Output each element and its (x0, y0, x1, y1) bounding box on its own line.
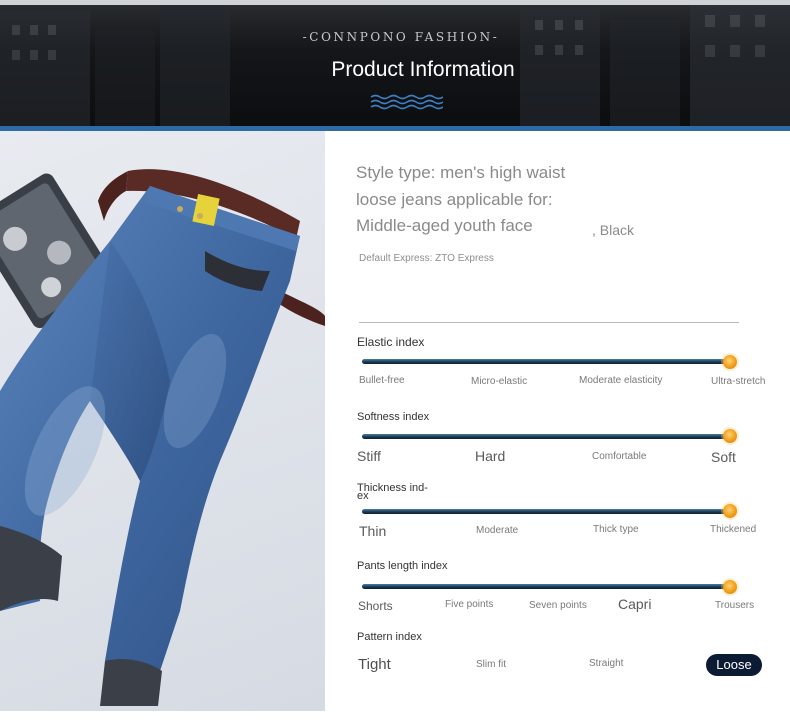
jeans-illustration (0, 169, 325, 706)
softness-option: Comfortable (592, 451, 647, 462)
pants-length-option: Seven points (529, 600, 587, 611)
pattern-selected-badge: Loose (706, 654, 762, 676)
softness-index-track (362, 434, 736, 439)
pants-length-index-knob (723, 580, 737, 594)
pants-length-option: Capri (618, 596, 652, 612)
elastic-index-knob (723, 355, 737, 369)
header-banner: -CONNPONO FASHION- Product Information (0, 0, 790, 127)
softness-option: Soft (711, 449, 736, 465)
shipping-info: Default Express: ZTO Express (359, 253, 494, 264)
softness-index-label: Softness index (357, 411, 430, 423)
pants-length-option: Shorts (358, 599, 393, 613)
elastic-option: Bullet-free (359, 375, 405, 386)
elastic-index-label: Elastic index (357, 335, 425, 349)
pants-length-option: Five points (445, 599, 494, 610)
pattern-option: Straight (589, 658, 624, 669)
photo-bottom-margin (0, 711, 790, 721)
thickness-option: Moderate (476, 525, 519, 536)
pattern-option: Slim fit (476, 659, 506, 670)
pants-length-index-label: Pants length index (357, 560, 448, 572)
color-value: , Black (592, 222, 635, 238)
thickness-index-knob (723, 504, 737, 518)
pants-length-index-track (362, 584, 736, 589)
elastic-option: Micro-elastic (471, 376, 528, 387)
brand-name: -CONNPONO FASHION- (302, 30, 500, 44)
thickness-option: Thick type (593, 524, 639, 535)
softness-index-knob (723, 429, 737, 443)
elastic-option: Ultra-stretch (711, 376, 766, 387)
thickness-option: Thin (359, 523, 387, 539)
pattern-index-label: Pattern index (357, 631, 422, 643)
elastic-index-track (362, 359, 736, 364)
thickness-index-track (362, 509, 736, 514)
style-description: Style type: men's high waist loose jeans… (356, 163, 566, 235)
product-photo (0, 131, 325, 711)
elastic-option: Moderate elasticity (579, 375, 663, 386)
waves-icon (370, 94, 443, 110)
divider (359, 322, 739, 323)
pattern-option: Tight (358, 656, 391, 673)
thickness-option: Thickened (710, 524, 757, 535)
page-title: Product Information (331, 58, 515, 81)
top-strip (0, 0, 790, 5)
softness-option: Stiff (357, 448, 381, 464)
pants-length-option: Trousers (715, 600, 755, 611)
thickness-index-label: Thickness ind- ex (357, 482, 428, 502)
softness-option: Hard (475, 448, 506, 464)
